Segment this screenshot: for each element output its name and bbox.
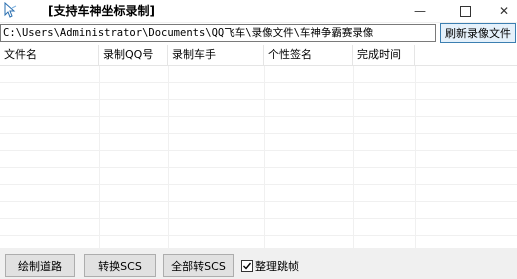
table-body	[0, 66, 517, 253]
empty-row	[0, 219, 517, 236]
minimize-icon: —	[414, 4, 426, 18]
empty-row	[0, 100, 517, 117]
convert-all-scs-button[interactable]: 全部转SCS	[163, 254, 234, 277]
column-header-finish-time[interactable]: 完成时间	[353, 45, 415, 65]
table-header: 文件名 录制QQ号 录制车手 个性签名 完成时间	[0, 45, 517, 66]
organize-frames-label: 整理跳帧	[255, 260, 299, 273]
title-bar: [支持车神坐标录制] — ✕	[0, 0, 517, 22]
empty-row	[0, 117, 517, 134]
empty-row	[0, 185, 517, 202]
window-title: [支持车神坐标录制]	[48, 4, 155, 18]
checkmark-icon	[243, 262, 252, 270]
empty-row	[0, 66, 517, 83]
empty-row	[0, 168, 517, 185]
empty-row	[0, 151, 517, 168]
draw-road-button[interactable]: 绘制道路	[5, 254, 75, 277]
app-cursor-icon	[3, 1, 19, 18]
convert-scs-button[interactable]: 转换SCS	[84, 254, 156, 277]
organize-frames-checkbox[interactable]	[241, 260, 253, 272]
empty-row	[0, 202, 517, 219]
empty-row	[0, 83, 517, 100]
close-icon: ✕	[498, 4, 510, 18]
column-header-driver[interactable]: 录制车手	[168, 45, 264, 65]
column-header-signature[interactable]: 个性签名	[264, 45, 353, 65]
maximize-button[interactable]	[445, 0, 485, 22]
column-header-qq[interactable]: 录制QQ号	[99, 45, 168, 65]
column-header-filename[interactable]: 文件名	[0, 45, 99, 65]
refresh-recordings-button[interactable]: 刷新录像文件	[440, 23, 516, 43]
close-button[interactable]: ✕	[484, 0, 517, 22]
organize-frames-option[interactable]: 整理跳帧	[241, 259, 299, 273]
recording-path-field[interactable]: C:\Users\Administrator\Documents\QQ飞车\录像…	[0, 24, 436, 42]
empty-row	[0, 134, 517, 151]
minimize-button[interactable]: —	[400, 0, 440, 22]
recordings-table[interactable]: 文件名 录制QQ号 录制车手 个性签名 完成时间	[0, 45, 517, 253]
maximize-icon	[459, 5, 471, 17]
